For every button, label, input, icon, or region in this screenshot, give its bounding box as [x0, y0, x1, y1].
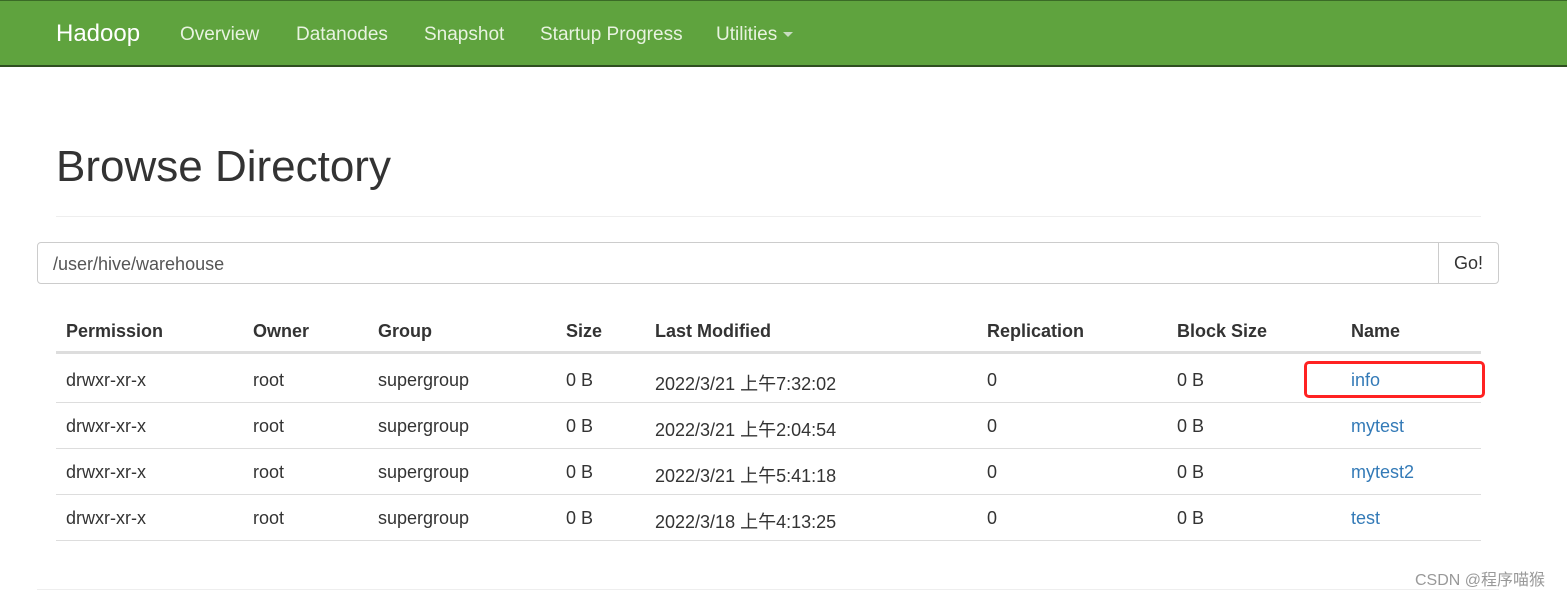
brand-link[interactable]: Hadoop: [56, 20, 140, 48]
cell-group: supergroup: [378, 416, 470, 436]
header-permission: Permission: [66, 321, 164, 341]
header-name: Name: [1351, 321, 1401, 341]
nav-startup-progress[interactable]: Startup Progress: [540, 24, 683, 46]
header-block-size: Block Size: [1177, 321, 1268, 341]
cell-permission: drwxr-xr-x: [66, 508, 146, 528]
cell-replication: 0: [987, 508, 998, 528]
nav-overview[interactable]: Overview: [180, 24, 259, 46]
cell-size: 0 B: [566, 370, 594, 390]
cell-last-modified: 2022/3/21 上午7:32:02: [655, 374, 837, 394]
cell-last-modified: 2022/3/21 上午5:41:18: [655, 466, 837, 486]
nav-datanodes[interactable]: Datanodes: [296, 24, 388, 46]
cell-block-size: 0 B: [1177, 370, 1205, 390]
cell-group: supergroup: [378, 370, 470, 390]
cell-last-modified: 2022/3/21 上午2:04:54: [655, 420, 837, 440]
cell-last-modified: 2022/3/18 上午4:13:25: [655, 512, 837, 532]
header-group: Group: [378, 321, 432, 341]
cell-block-size: 0 B: [1177, 508, 1205, 528]
cell-block-size: 0 B: [1177, 462, 1205, 482]
name-link[interactable]: mytest: [1351, 416, 1404, 436]
nav-utilities-label: Utilities: [716, 24, 778, 45]
cell-size: 0 B: [566, 508, 594, 528]
divider: [56, 216, 1481, 217]
cell-owner: root: [253, 508, 285, 528]
cell-replication: 0: [987, 416, 998, 436]
name-link[interactable]: mytest2: [1351, 462, 1414, 482]
header-replication: Replication: [987, 321, 1085, 341]
cell-group: supergroup: [378, 508, 470, 528]
cell-permission: drwxr-xr-x: [66, 462, 146, 482]
cell-size: 0 B: [566, 462, 594, 482]
table-row: drwxr-xr-x root supergroup 0 B 2022/3/18 上午4…: [56, 495, 1481, 541]
table-row: drwxr-xr-x root supergroup 0 B 2022/3/21 上午7…: [56, 357, 1481, 403]
cell-permission: drwxr-xr-x: [66, 370, 146, 390]
header-size: Size: [566, 321, 603, 341]
table-header: Permission Owner Group Size Last Modified Rep…: [56, 308, 1481, 354]
cell-block-size: 0 B: [1177, 416, 1205, 436]
cell-owner: root: [253, 462, 285, 482]
name-link[interactable]: test: [1351, 508, 1380, 528]
cell-permission: drwxr-xr-x: [66, 416, 146, 436]
table-row: drwxr-xr-x root supergroup 0 B 2022/3/21 上午2…: [56, 403, 1481, 449]
nav-snapshot[interactable]: Snapshot: [424, 24, 504, 46]
caret-down-icon: [783, 32, 794, 38]
cell-replication: 0: [987, 462, 998, 482]
table-row: drwxr-xr-x root supergroup 0 B 2022/3/21 上午5…: [56, 449, 1481, 495]
watermark: CSDN @程序喵猴: [1415, 572, 1546, 589]
page-title: Browse Directory: [56, 142, 391, 191]
header-owner: Owner: [253, 321, 310, 341]
go-button[interactable]: Go!: [1438, 242, 1499, 284]
cell-owner: root: [253, 370, 285, 390]
nav-utilities[interactable]: Utilities: [716, 24, 794, 46]
cell-group: supergroup: [378, 462, 470, 482]
highlight-box: [1304, 361, 1485, 398]
cell-size: 0 B: [566, 416, 594, 436]
navbar: Hadoop Overview Datanodes Snapshot Start…: [0, 0, 1567, 67]
cell-replication: 0: [987, 370, 998, 390]
header-last-modified: Last Modified: [655, 321, 771, 341]
cell-owner: root: [253, 416, 285, 436]
divider: [37, 589, 1499, 590]
path-input[interactable]: /user/hive/warehouse: [37, 242, 1439, 284]
